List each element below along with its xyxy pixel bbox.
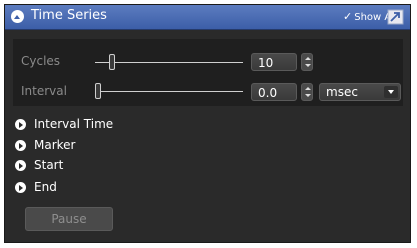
collapse-up-icon[interactable] xyxy=(11,10,24,23)
expand-arrow-icon xyxy=(15,140,26,151)
interval-input[interactable]: 0.0 xyxy=(251,83,297,101)
cycles-input[interactable]: 10 xyxy=(251,53,297,71)
panel-header[interactable]: Time Series ✓ Show All xyxy=(5,5,410,30)
expand-arrow-icon xyxy=(15,119,26,130)
section-label: Start xyxy=(34,158,64,172)
section-label: End xyxy=(34,180,57,194)
cycles-slider-thumb[interactable] xyxy=(109,54,115,70)
section-label: Interval Time xyxy=(34,117,114,131)
panel-title: Time Series xyxy=(31,8,107,23)
expand-arrow-icon xyxy=(15,160,26,171)
interval-slider-thumb[interactable] xyxy=(95,83,101,99)
controls-area: Cycles 10 Interval 0.0 msec xyxy=(13,39,403,106)
interval-label: Interval xyxy=(21,84,67,98)
cycles-slider-track[interactable] xyxy=(95,62,243,63)
time-series-panel: Time Series ✓ Show All Cycles 10 Interval… xyxy=(4,4,411,243)
chevron-down-icon xyxy=(384,86,398,98)
interval-unit-value: msec xyxy=(326,85,358,99)
expand-arrow-icon xyxy=(15,182,26,193)
cycles-label: Cycles xyxy=(21,54,61,68)
interval-slider-track[interactable] xyxy=(95,91,243,92)
interval-unit-select[interactable]: msec xyxy=(319,83,401,101)
undock-icon[interactable] xyxy=(387,9,404,25)
interval-spinner[interactable] xyxy=(301,83,313,101)
checkmark-icon: ✓ xyxy=(343,10,353,23)
cycles-spinner[interactable] xyxy=(301,53,313,71)
section-label: Marker xyxy=(34,138,76,152)
pause-button[interactable]: Pause xyxy=(25,207,113,231)
